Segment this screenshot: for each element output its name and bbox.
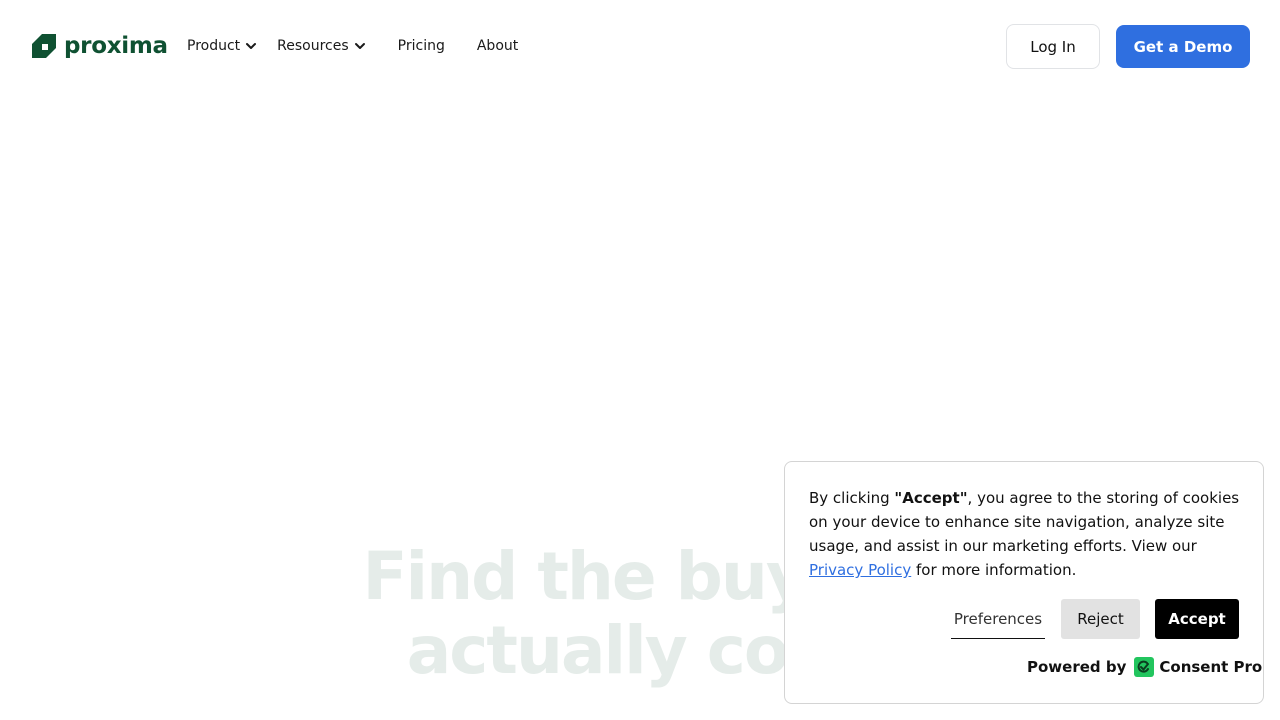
preferences-button[interactable]: Preferences <box>951 599 1045 639</box>
nav-item-about[interactable]: About <box>477 36 518 56</box>
powered-by: Powered by Consent Pro <box>1027 656 1262 678</box>
brand-name: proxima <box>64 33 168 59</box>
get-demo-button[interactable]: Get a Demo <box>1116 25 1250 68</box>
powered-by-label: Powered by <box>1027 658 1127 676</box>
accept-quote: "Accept" <box>894 489 968 507</box>
chevron-down-icon <box>354 43 365 49</box>
nav-item-pricing[interactable]: Pricing <box>398 36 445 56</box>
accept-button[interactable]: Accept <box>1155 599 1239 639</box>
privacy-policy-link[interactable]: Privacy Policy <box>809 561 911 579</box>
nav-item-product[interactable]: Product <box>187 36 257 56</box>
page: proxima Product Resources Pricing About <box>0 0 1280 720</box>
brand-logo[interactable]: proxima <box>30 32 168 60</box>
nav-item-label: About <box>476 38 519 54</box>
consent-pro-logo-icon <box>1134 657 1155 677</box>
nav-item-resources[interactable]: Resources <box>277 36 366 56</box>
cookie-message: By clicking "Accept", you agree to the s… <box>809 486 1245 582</box>
chevron-down-icon <box>246 43 257 49</box>
proxima-logo-icon <box>32 34 56 58</box>
nav-item-label: Pricing <box>397 38 445 54</box>
cookie-consent-banner: By clicking "Accept", you agree to the s… <box>784 461 1264 704</box>
reject-button[interactable]: Reject <box>1061 599 1140 639</box>
cookie-text-after: for more information. <box>911 561 1077 579</box>
nav-item-label: Product <box>187 38 241 54</box>
main-nav: Product Resources Pricing About <box>187 36 550 56</box>
nav-item-label: Resources <box>277 38 349 54</box>
cookie-text-before: By clicking <box>809 489 895 507</box>
site-header: proxima Product Resources Pricing About <box>0 0 1280 92</box>
login-button[interactable]: Log In <box>1006 24 1100 69</box>
provider-name: Consent Pro <box>1159 658 1263 676</box>
